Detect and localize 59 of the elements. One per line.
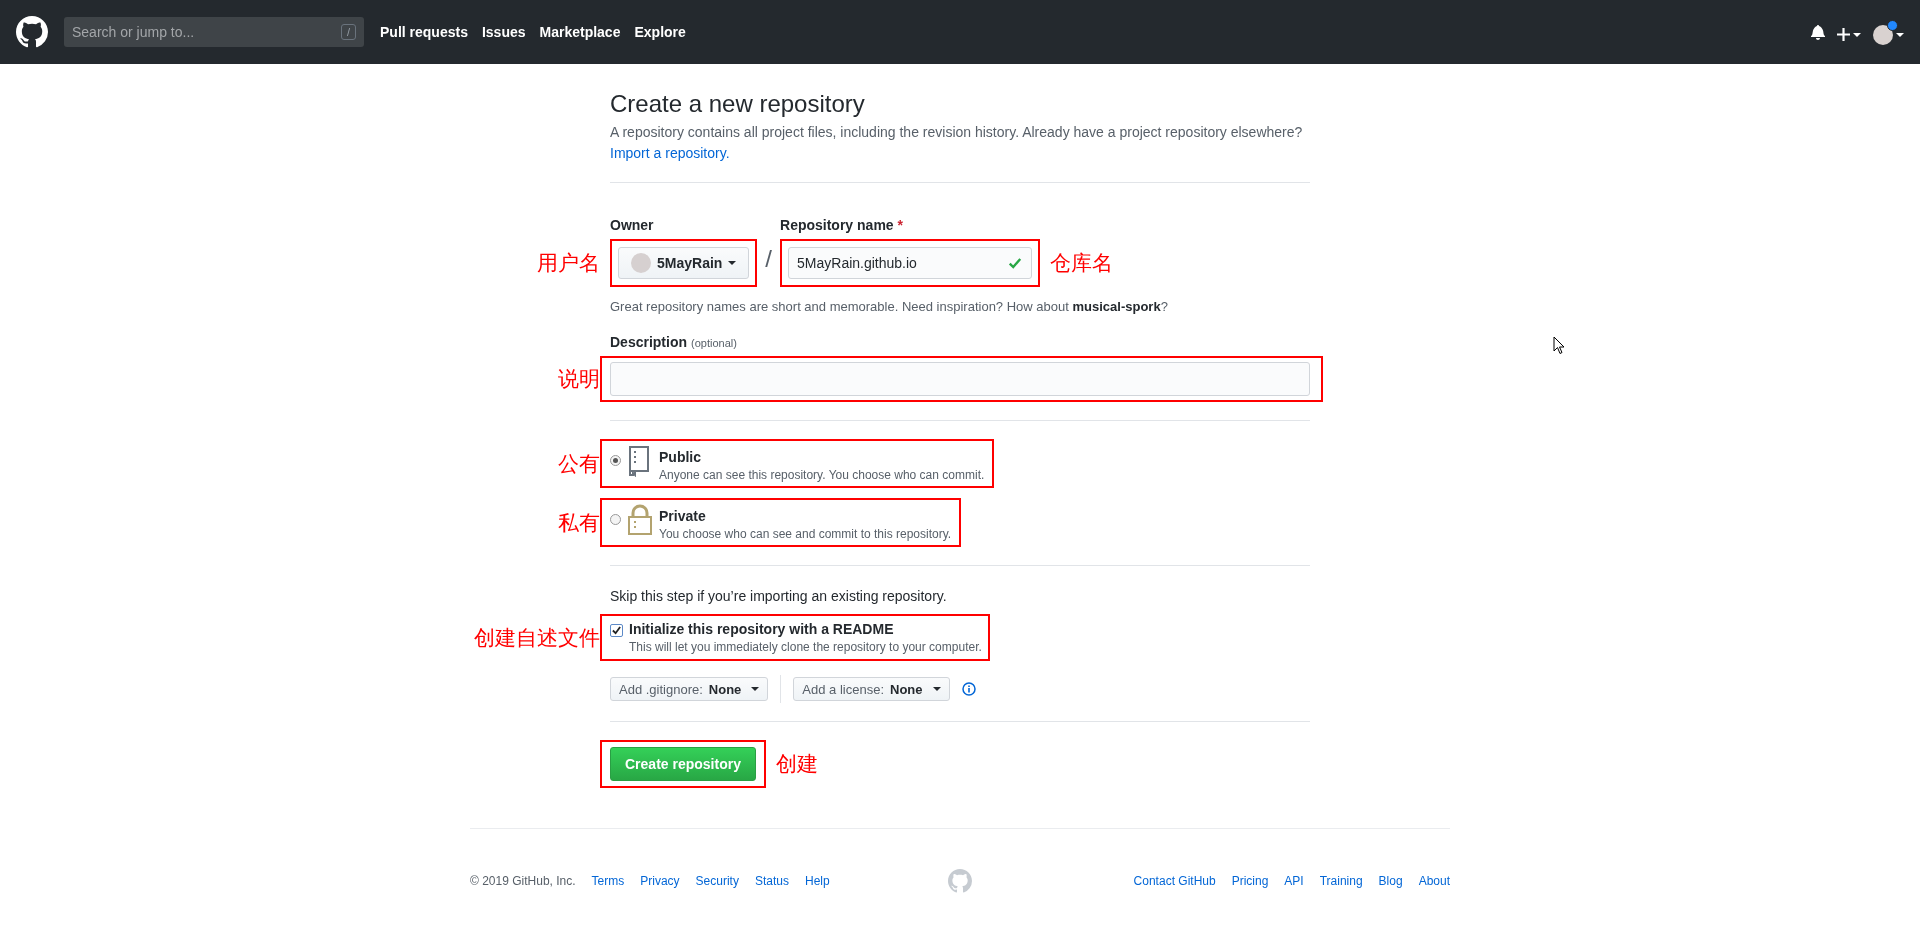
nav-link[interactable]: Pull requests [380,24,468,40]
annotation-label: 私有 [558,509,600,537]
cursor-icon [1553,336,1565,355]
caret-icon [751,687,760,691]
footer-link[interactable]: Contact GitHub [1133,874,1216,888]
radio-button[interactable] [610,514,621,525]
bell-icon[interactable] [1811,24,1825,40]
lock-icon [627,504,653,536]
description-label: Description [610,334,687,350]
annotation-label: 用户名 [537,250,600,277]
annotation-label: 仓库名 [1050,250,1114,277]
path-separator: / [765,245,773,274]
license-dropdown[interactable]: Add a license: None [793,677,950,701]
readme-description: This will let you immediately clone the repository to your computer. [629,640,982,654]
annotation-label: 创建 [775,751,818,778]
option-description: You choose who can see and commit to this repository. [659,527,952,541]
footer-link[interactable]: Privacy [640,874,680,888]
page-title: Create a new repository [610,90,866,118]
footer-link[interactable]: Security [695,874,739,888]
info-icon[interactable] [961,682,976,696]
caret-icon [728,261,737,265]
nav-link[interactable]: Issues [481,24,526,40]
footer-link[interactable]: Pricing [1231,874,1269,888]
footer-link[interactable]: Status [754,874,789,888]
repository-name-label: Repository name [780,217,894,233]
option-description: Anyone can see this repository. You choose who can commit. [659,468,985,482]
intro-text: A repository contains all project files, including the revision history. Already have a project repository elsewhere? [610,123,1304,142]
shortcut-key: / [340,24,356,40]
profile-menu-button[interactable] [1873,19,1904,45]
option-title: Private [659,508,707,524]
copyright-text: © 2019 GitHub, Inc. [470,874,576,888]
footer-link[interactable]: Blog [1378,874,1403,888]
readme-checkbox[interactable] [610,624,623,637]
owner-dropdown[interactable]: 5MayRain [618,247,750,279]
avatar-image [631,253,651,273]
required-mark: * [897,217,903,233]
init-hint: Skip this step if you’re importing an existing repository. [610,588,948,604]
nav-link[interactable]: Marketplace [539,24,621,40]
gitignore-dropdown[interactable]: Add .gitignore: None [610,677,769,701]
footer-link[interactable]: Training [1319,874,1363,888]
option-title: Public [659,449,702,465]
repository-name-field[interactable]: 5MayRain.github.io [788,247,1033,279]
optional-note: (optional) [691,337,737,349]
caret-icon [932,687,941,691]
annotation-label: 创建自述文件 [474,624,600,652]
description-field[interactable] [610,362,1310,396]
github-logo-icon[interactable] [16,16,48,48]
radio-button[interactable] [610,455,621,466]
name-hint: Great repository names are short and memorable. Need inspiration? How about musical-spork? [610,299,1169,314]
readme-label: Initialize this repository with a README [629,621,895,637]
owner-label: Owner [610,217,655,233]
import-link[interactable]: Import a repository. [610,145,730,161]
annotation-label: 说明 [558,366,600,393]
footer-link[interactable]: Terms [591,874,625,888]
footer-link[interactable]: API [1284,874,1304,888]
footer-link[interactable]: Help [804,874,830,888]
footer-link[interactable]: About [1418,874,1450,888]
annotation-label: 公有 [558,450,600,478]
nav-link[interactable]: Explore [634,24,686,40]
